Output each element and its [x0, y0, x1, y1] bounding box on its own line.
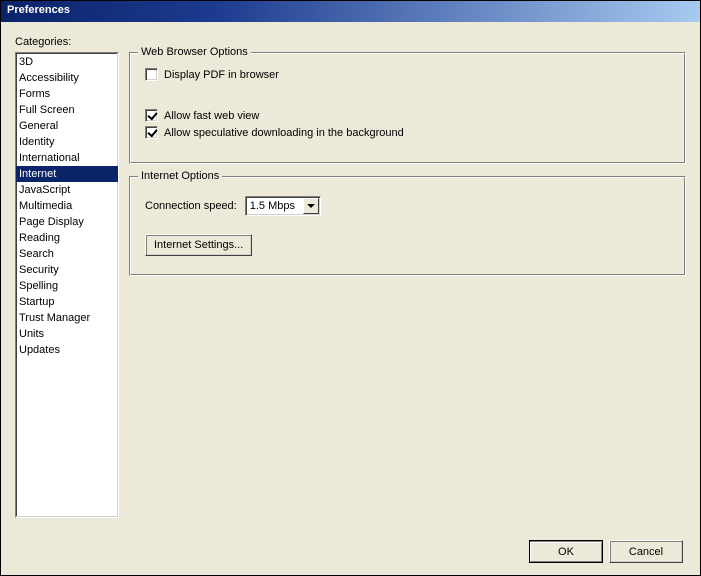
connection-speed-label: Connection speed:: [145, 200, 237, 212]
category-item[interactable]: Internet: [16, 166, 118, 182]
category-item[interactable]: Accessibility: [16, 70, 118, 86]
category-item[interactable]: Spelling: [16, 278, 118, 294]
fast-web-checkbox[interactable]: [145, 109, 158, 122]
category-item[interactable]: Reading: [16, 230, 118, 246]
category-item[interactable]: Multimedia: [16, 198, 118, 214]
dialog-footer: OK Cancel: [529, 540, 683, 563]
internet-options-group: Internet Options Connection speed: 1.5 M…: [129, 176, 686, 276]
category-item[interactable]: International: [16, 150, 118, 166]
display-pdf-checkbox[interactable]: [145, 68, 158, 81]
group-legend: Internet Options: [138, 170, 222, 182]
window-titlebar: Preferences: [1, 1, 700, 22]
category-item[interactable]: Page Display: [16, 214, 118, 230]
connection-speed-value: 1.5 Mbps: [250, 200, 295, 212]
category-item[interactable]: Units: [16, 326, 118, 342]
internet-settings-button[interactable]: Internet Settings...: [145, 234, 252, 256]
web-browser-options-group: Web Browser Options Display PDF in brows…: [129, 52, 686, 164]
chevron-down-icon[interactable]: [303, 198, 319, 214]
cancel-button[interactable]: Cancel: [609, 540, 683, 563]
category-item[interactable]: General: [16, 118, 118, 134]
category-item[interactable]: JavaScript: [16, 182, 118, 198]
speculative-checkbox[interactable]: [145, 126, 158, 139]
categories-label: Categories:: [15, 36, 686, 48]
category-item[interactable]: Full Screen: [16, 102, 118, 118]
category-item[interactable]: Identity: [16, 134, 118, 150]
fast-web-label: Allow fast web view: [164, 110, 259, 122]
category-item[interactable]: Forms: [16, 86, 118, 102]
category-item[interactable]: Search: [16, 246, 118, 262]
category-item[interactable]: Trust Manager: [16, 310, 118, 326]
category-item[interactable]: Startup: [16, 294, 118, 310]
display-pdf-label: Display PDF in browser: [164, 69, 279, 81]
ok-button[interactable]: OK: [529, 540, 603, 563]
speculative-label: Allow speculative downloading in the bac…: [164, 127, 404, 139]
window-title: Preferences: [7, 4, 70, 16]
categories-listbox[interactable]: 3DAccessibilityFormsFull ScreenGeneralId…: [15, 52, 119, 518]
category-item[interactable]: Updates: [16, 342, 118, 358]
connection-speed-select[interactable]: 1.5 Mbps: [245, 196, 321, 216]
category-item[interactable]: Security: [16, 262, 118, 278]
category-item[interactable]: 3D: [16, 54, 118, 70]
group-legend: Web Browser Options: [138, 46, 251, 58]
dialog-content: Categories: 3DAccessibilityFormsFull Scr…: [1, 22, 700, 575]
